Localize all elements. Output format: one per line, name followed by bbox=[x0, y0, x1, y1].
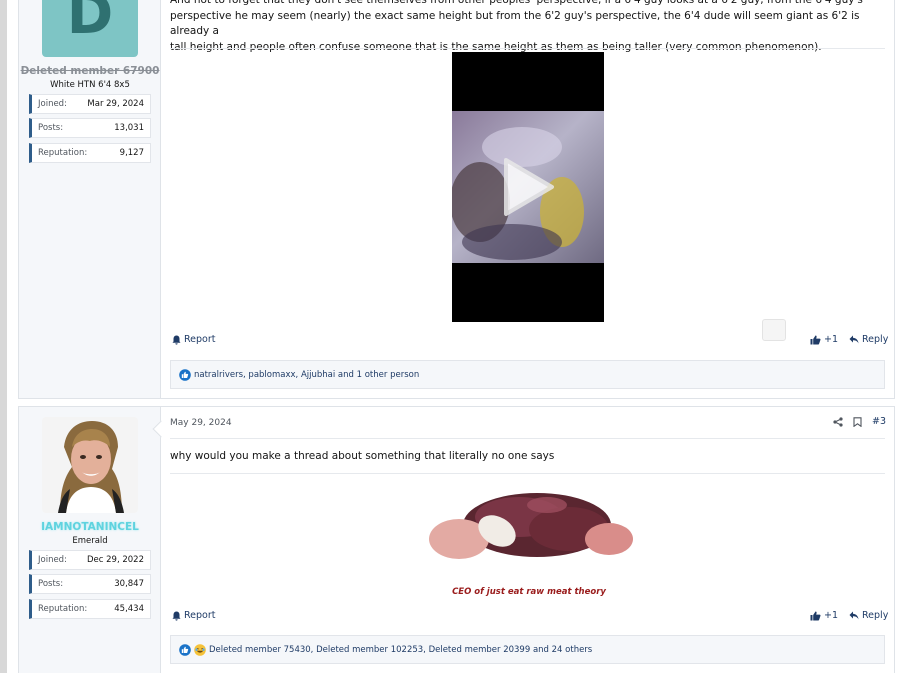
share-icon[interactable] bbox=[833, 416, 843, 427]
post-body: And not to forget that they don't see th… bbox=[170, 0, 885, 55]
report-label: Report bbox=[184, 334, 216, 345]
stat-value: 45,434 bbox=[114, 604, 144, 614]
post-text-line: perspective he may seem (nearly) the exa… bbox=[170, 9, 860, 38]
stat-label: Posts: bbox=[38, 579, 64, 589]
stat-value: 30,847 bbox=[114, 579, 144, 589]
stat-reputation: Reputation: 45,434 bbox=[29, 599, 151, 619]
reply-icon bbox=[849, 611, 859, 620]
stat-label: Joined: bbox=[38, 99, 67, 109]
post-text-line: And not to forget that they don't see th… bbox=[170, 0, 863, 6]
bell-icon bbox=[172, 611, 181, 621]
stat-label: Joined: bbox=[38, 555, 67, 565]
stat-value: Dec 29, 2022 bbox=[86, 555, 144, 565]
like-reaction-icon bbox=[179, 643, 191, 656]
report-button[interactable]: Report bbox=[172, 334, 216, 345]
stat-value: 9,127 bbox=[119, 148, 144, 158]
reply-button[interactable]: Reply bbox=[849, 334, 888, 345]
reactions-text[interactable]: natralrivers, pablomaxx, Ajjubhai and 1 … bbox=[194, 370, 419, 380]
pip-icon[interactable] bbox=[762, 319, 786, 341]
avatar[interactable]: D bbox=[42, 0, 138, 57]
like-reaction-icon bbox=[179, 368, 191, 381]
user-title: White HTN 6'4 8x5 bbox=[50, 80, 130, 90]
stat-posts: Posts: 13,031 bbox=[29, 118, 151, 138]
stat-label: Reputation: bbox=[38, 148, 88, 158]
signature-image bbox=[429, 493, 633, 559]
stat-joined: Joined: Mar 29, 2024 bbox=[29, 94, 151, 114]
post-text: why would you make a thread about someth… bbox=[170, 450, 555, 462]
laugh-reaction-icon bbox=[194, 643, 206, 656]
avatar-photo bbox=[42, 417, 138, 513]
embedded-video[interactable] bbox=[452, 52, 604, 322]
reply-button[interactable]: Reply bbox=[849, 610, 888, 621]
user-title: Emerald bbox=[72, 536, 108, 546]
reactions-text[interactable]: Deleted member 75430, Deleted member 102… bbox=[209, 645, 592, 655]
username[interactable]: IAMNOTANINCEL bbox=[19, 521, 161, 533]
reply-label: Reply bbox=[862, 610, 889, 621]
post-number-link[interactable]: #3 bbox=[872, 416, 886, 427]
like-count: +1 bbox=[824, 610, 839, 621]
stat-joined: Joined: Dec 29, 2022 bbox=[29, 550, 151, 570]
reactions-bar[interactable]: Deleted member 75430, Deleted member 102… bbox=[170, 635, 885, 664]
post-tools: #3 bbox=[833, 416, 886, 427]
post-2-user-cell: IAMNOTANINCEL Emerald Joined: Dec 29, 20… bbox=[19, 407, 161, 673]
reply-icon bbox=[849, 335, 859, 344]
reply-label: Reply bbox=[862, 334, 889, 345]
like-button[interactable]: +1 bbox=[810, 334, 838, 345]
stat-value: Mar 29, 2024 bbox=[87, 99, 144, 109]
signature-divider bbox=[170, 473, 885, 474]
stat-posts: Posts: 30,847 bbox=[29, 574, 151, 594]
reactions-bar[interactable]: natralrivers, pablomaxx, Ajjubhai and 1 … bbox=[170, 360, 885, 389]
post-1-user-cell: D Deleted member 67900 White HTN 6'4 8x5… bbox=[19, 0, 161, 398]
stat-label: Posts: bbox=[38, 123, 64, 133]
like-count: +1 bbox=[824, 334, 839, 345]
stat-reputation: Reputation: 9,127 bbox=[29, 143, 151, 163]
play-icon[interactable] bbox=[502, 156, 556, 218]
signature-text: CEO of just eat raw meat theory bbox=[452, 587, 606, 597]
left-rail bbox=[0, 0, 7, 673]
thumbs-up-icon bbox=[810, 611, 821, 620]
like-button[interactable]: +1 bbox=[810, 610, 838, 621]
post-body: why would you make a thread about someth… bbox=[170, 449, 885, 465]
divider bbox=[170, 48, 885, 49]
thumbs-up-icon bbox=[810, 335, 821, 344]
post-1: D Deleted member 67900 White HTN 6'4 8x5… bbox=[18, 0, 895, 399]
post-2: IAMNOTANINCEL Emerald Joined: Dec 29, 20… bbox=[18, 406, 895, 673]
username[interactable]: Deleted member 67900 bbox=[19, 65, 161, 77]
post-date[interactable]: May 29, 2024 bbox=[170, 418, 232, 428]
stat-label: Reputation: bbox=[38, 604, 88, 614]
bookmark-icon[interactable] bbox=[853, 416, 862, 427]
bell-icon bbox=[172, 335, 181, 345]
divider bbox=[170, 438, 885, 439]
report-button[interactable]: Report bbox=[172, 610, 216, 621]
avatar[interactable] bbox=[42, 417, 138, 513]
report-label: Report bbox=[184, 610, 216, 621]
stat-value: 13,031 bbox=[114, 123, 144, 133]
